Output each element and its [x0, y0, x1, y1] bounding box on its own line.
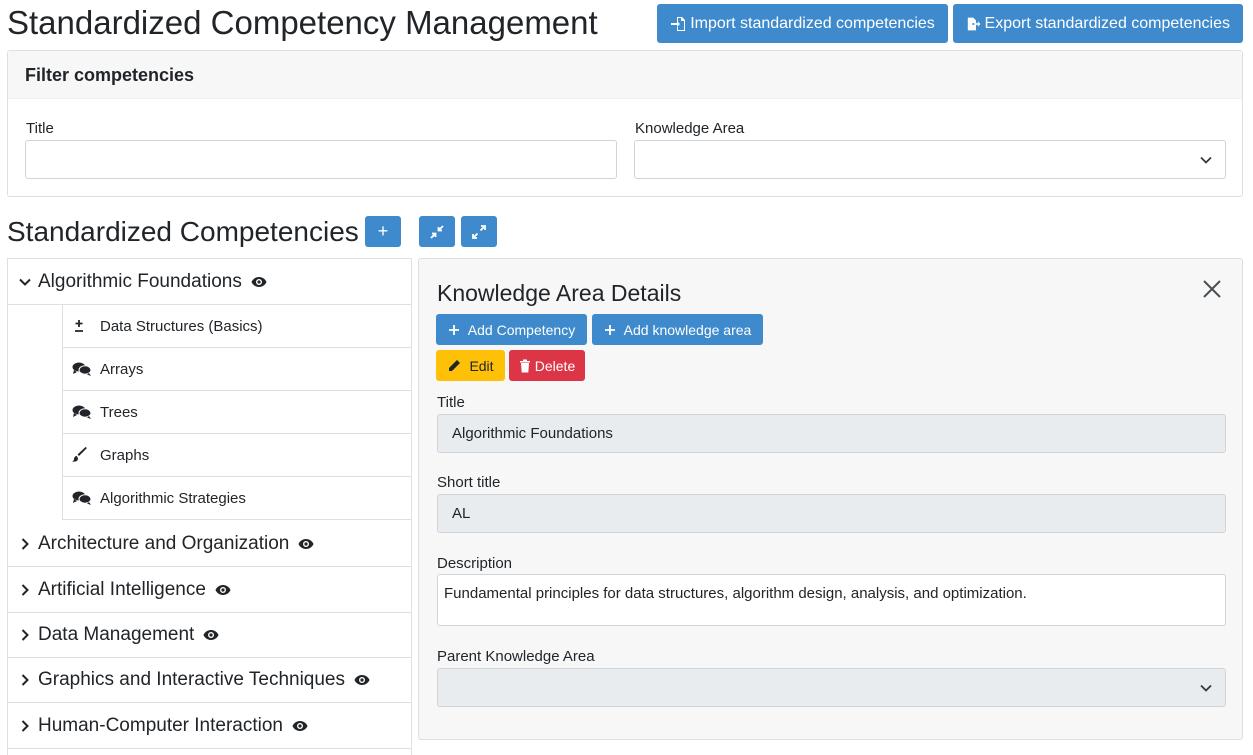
tree-child-data-structures[interactable]: Data Structures (Basics)	[62, 305, 411, 348]
tree-item-label: Artificial Intelligence	[38, 578, 206, 600]
expand-all-button[interactable]	[461, 216, 497, 247]
title-filter-label: Title	[26, 120, 54, 137]
tree-child-trees[interactable]: Trees	[62, 391, 411, 434]
tree-item-architecture[interactable]: Architecture and Organization	[8, 521, 411, 567]
description-field-label: Description	[437, 555, 513, 572]
competencies-heading: Standardized Competencies	[7, 216, 359, 247]
edit-button[interactable]: Edit	[436, 350, 505, 381]
export-label: Export standardized competencies	[984, 14, 1230, 32]
chevron-down-icon	[1200, 156, 1212, 164]
expand-icon	[472, 224, 486, 239]
add-competency-label: Add Competency	[467, 321, 576, 338]
tree-child-label: Trees	[100, 403, 138, 421]
collapse-all-button[interactable]	[419, 216, 455, 247]
comments-icon	[72, 362, 100, 376]
tree-child-label: Graphs	[100, 446, 150, 464]
import-label: Import standardized competencies	[690, 14, 935, 32]
description-field[interactable]: Fundamental principles for data structur…	[437, 574, 1226, 626]
comments-icon	[72, 491, 100, 505]
short-title-field[interactable]: AL	[437, 494, 1226, 533]
eye-icon[interactable]	[215, 584, 231, 596]
plus-icon	[604, 324, 615, 335]
eye-icon[interactable]	[354, 674, 370, 686]
plus-icon	[448, 324, 459, 335]
title-field[interactable]: Algorithmic Foundations	[437, 414, 1226, 453]
brush-icon	[72, 447, 100, 463]
comments-icon	[72, 405, 100, 419]
add-knowledge-area-label: Add knowledge area	[623, 321, 752, 338]
chevron-right-icon[interactable]	[18, 719, 38, 733]
parent-knowledge-area-label: Parent Knowledge Area	[437, 648, 595, 665]
eye-icon[interactable]	[203, 629, 219, 641]
chevron-right-icon[interactable]	[18, 628, 38, 642]
parent-knowledge-area-select[interactable]	[437, 668, 1226, 707]
title-field-label: Title	[437, 394, 465, 411]
tree-item-graphics[interactable]: Graphics and Interactive Techniques	[8, 657, 411, 703]
compress-icon	[430, 224, 444, 239]
pencil-icon	[449, 359, 461, 371]
details-heading: Knowledge Area Details	[437, 280, 682, 306]
close-icon[interactable]	[1200, 277, 1224, 301]
title-filter-input[interactable]	[25, 140, 617, 179]
tree-item-label: Data Management	[38, 623, 195, 645]
tree-child-algorithmic-strategies[interactable]: Algorithmic Strategies	[62, 477, 411, 520]
filter-card: Filter competencies Title Knowledge Area	[7, 50, 1243, 197]
tree-item-hci[interactable]: Human-Computer Interaction	[8, 703, 411, 749]
chevron-right-icon[interactable]	[18, 583, 38, 597]
tree-item-label: Human-Computer Interaction	[38, 714, 283, 736]
tree-item-label: Algorithmic Foundations	[38, 270, 242, 292]
knowledge-area-select[interactable]	[634, 140, 1226, 179]
knowledge-area-filter-label: Knowledge Area	[635, 120, 745, 137]
eye-icon[interactable]	[251, 276, 267, 288]
filter-heading: Filter competencies	[8, 51, 1242, 99]
tree-child-label: Arrays	[100, 360, 144, 378]
chevron-down-icon	[1200, 684, 1212, 692]
tree-child-label: Data Structures (Basics)	[100, 317, 263, 335]
knowledge-area-tree: Algorithmic Foundations Data Structures …	[7, 258, 412, 755]
plus-minus-icon	[72, 319, 100, 333]
chevron-right-icon[interactable]	[18, 537, 38, 551]
tree-child-graphs[interactable]: Graphs	[62, 434, 411, 477]
tree-item-label: Architecture and Organization	[38, 532, 290, 554]
chevron-right-icon[interactable]	[18, 673, 38, 687]
tree-child-label: Algorithmic Strategies	[100, 489, 246, 507]
chevron-down-icon[interactable]	[18, 275, 38, 289]
tree-item-algorithmic-foundations[interactable]: Algorithmic Foundations	[8, 259, 411, 305]
import-competencies-button[interactable]: Import standardized competencies	[657, 4, 948, 43]
eye-icon[interactable]	[292, 720, 308, 732]
add-knowledge-area-detail-button[interactable]: Add knowledge area	[592, 314, 763, 345]
file-import-icon	[671, 16, 686, 31]
export-competencies-button[interactable]: Export standardized competencies	[953, 4, 1243, 43]
delete-button[interactable]: Delete	[509, 350, 585, 381]
tree-item-data-management[interactable]: Data Management	[8, 612, 411, 658]
knowledge-area-details: Knowledge Area Details Add Competency Ad…	[418, 258, 1243, 740]
add-knowledge-area-button[interactable]: +	[365, 216, 401, 247]
tree-child-arrays[interactable]: Arrays	[62, 348, 411, 391]
short-title-field-label: Short title	[437, 474, 501, 491]
trash-icon	[519, 359, 530, 372]
add-competency-button[interactable]: Add Competency	[436, 314, 587, 345]
page-title: Standardized Competency Management	[7, 4, 598, 41]
tree-item-artificial-intelligence[interactable]: Artificial Intelligence	[8, 567, 411, 613]
tree-item-label: Graphics and Interactive Techniques	[38, 668, 345, 690]
delete-label: Delete	[534, 357, 576, 374]
edit-label: Edit	[469, 357, 494, 374]
eye-icon[interactable]	[298, 538, 314, 550]
file-export-icon	[967, 17, 981, 30]
